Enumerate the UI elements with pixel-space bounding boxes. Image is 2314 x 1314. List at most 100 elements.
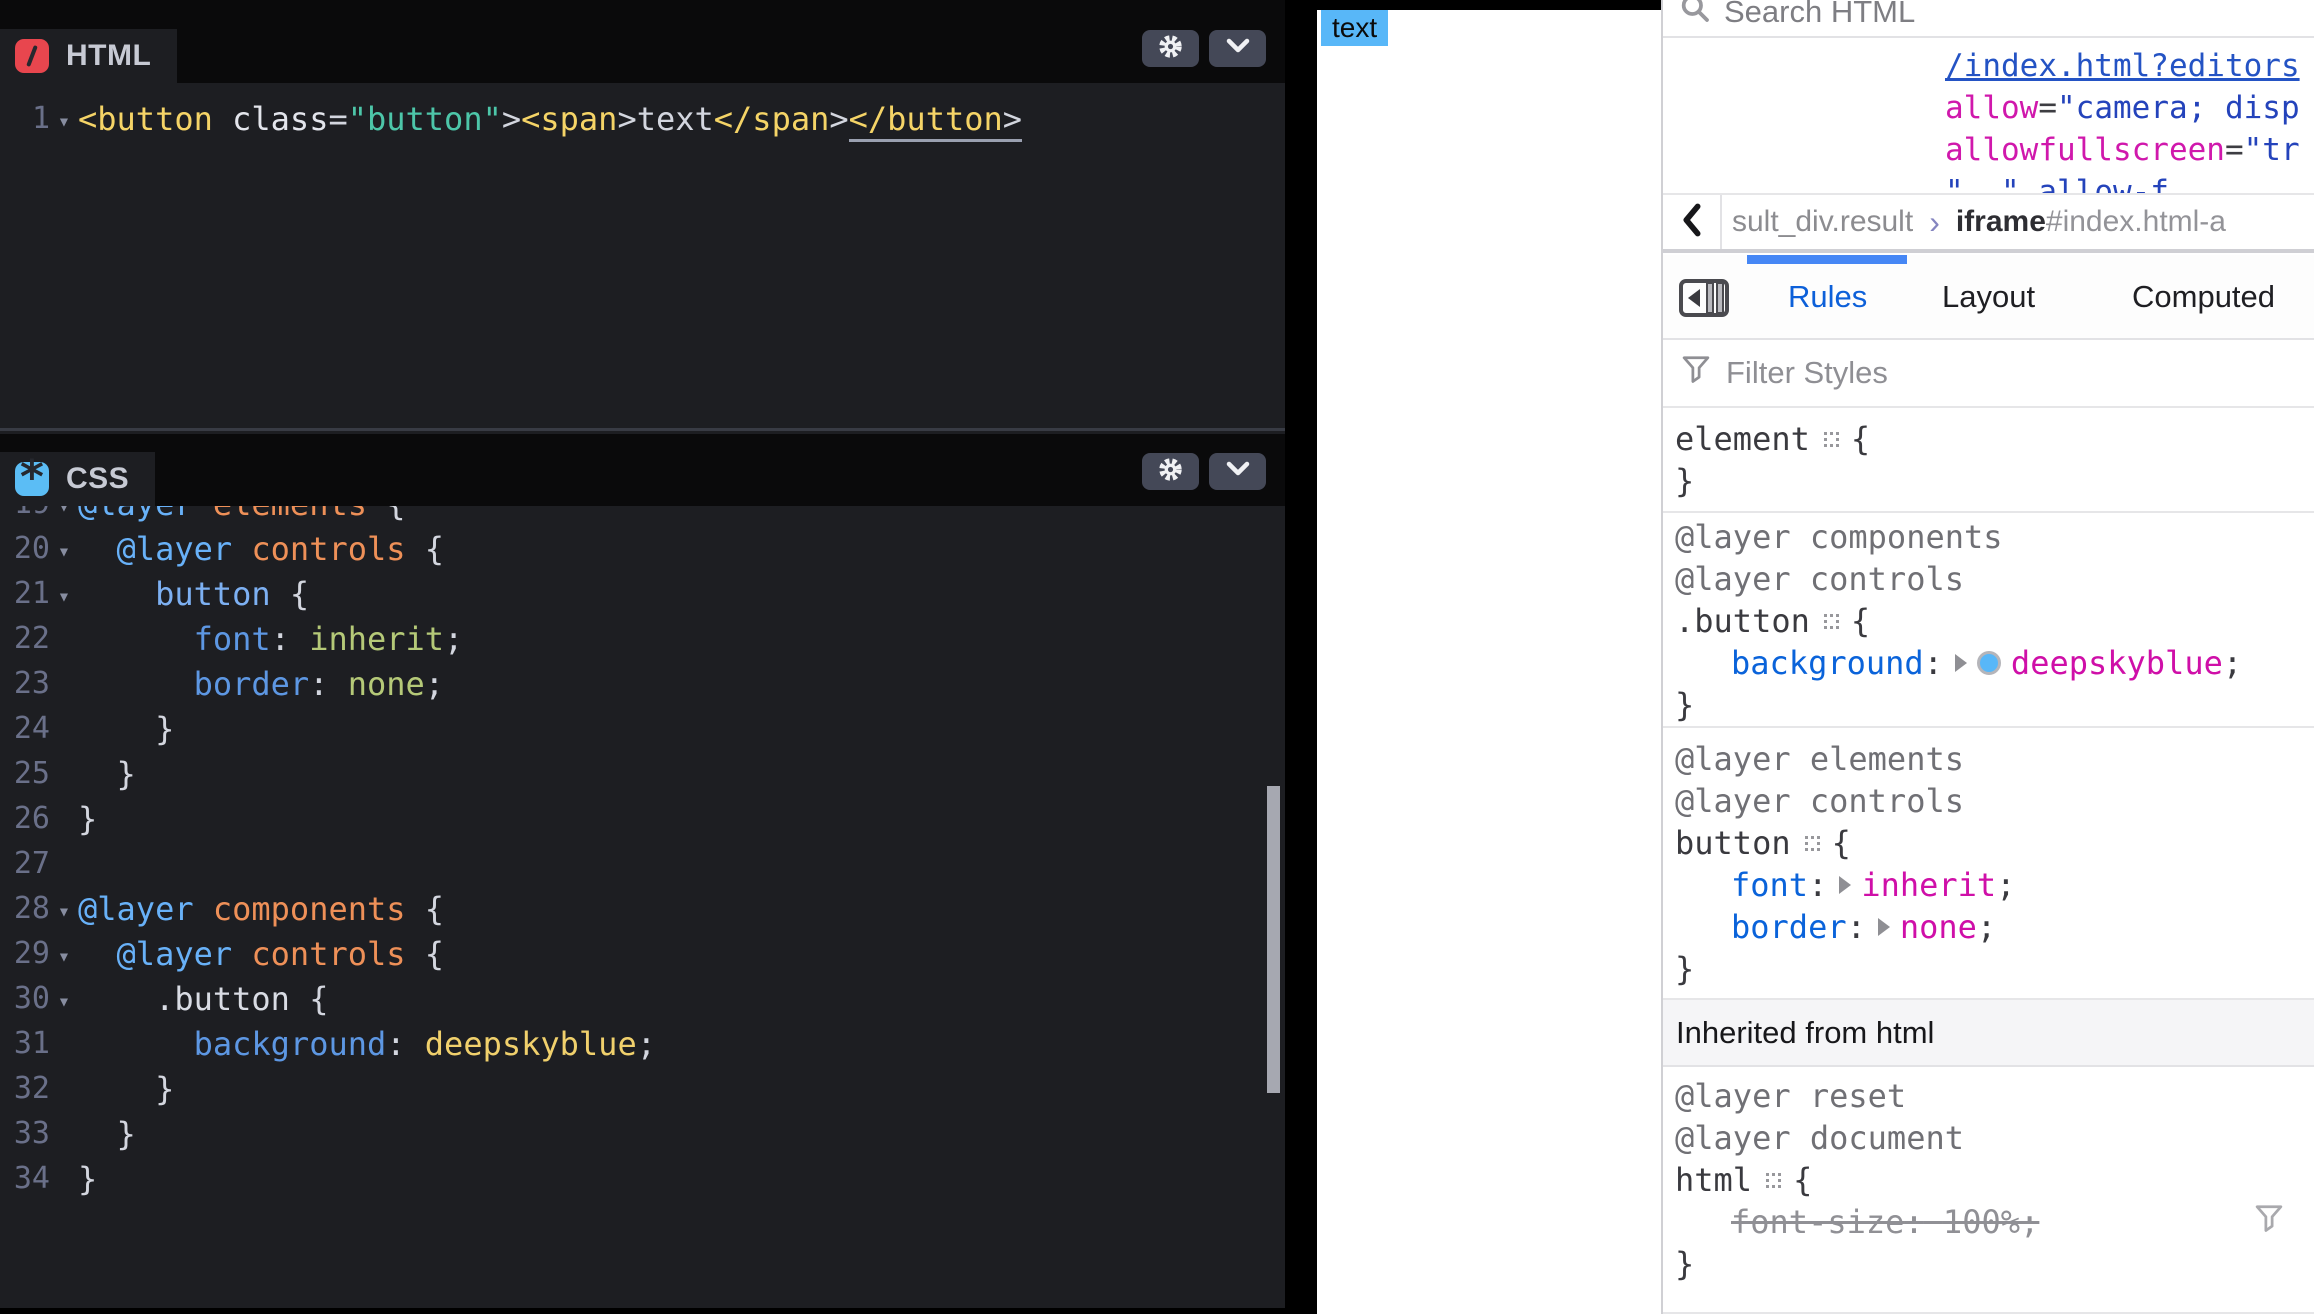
property-value[interactable]: deepskyblue [2011,644,2223,682]
rule-selector-line[interactable]: element{ [1675,418,2314,460]
code-token: } [78,1160,97,1198]
code-token: } [78,1070,174,1108]
preview-text-button[interactable]: text [1321,10,1388,46]
editor-code-line[interactable]: 24 } [0,706,1285,751]
property-value[interactable]: inherit [1861,866,1996,904]
expand-arrow-icon[interactable] [1839,876,1851,894]
code-text: } [78,1160,97,1198]
editor-code-line[interactable]: 25 } [0,751,1285,796]
open-brace: { [1851,420,1870,458]
tab-layout[interactable]: Layout [1942,255,2035,338]
color-swatch[interactable] [1977,651,2001,675]
css-collapse-button[interactable] [1209,453,1266,490]
expand-arrow-icon[interactable] [1878,918,1890,936]
html-panel-title: HTML [66,39,151,73]
html-settings-button[interactable] [1142,30,1199,67]
filter-placeholder: Filter Styles [1726,355,1888,391]
css-code-area[interactable]: 19▾@layer elements {20▾ @layer controls … [0,481,1285,1201]
open-brace: { [1851,602,1870,640]
property-value[interactable]: 100% [1943,1203,2020,1241]
code-token: } [78,800,97,838]
editor-code-line[interactable]: 31 background: deepskyblue; [0,1021,1285,1066]
markup-line-attr[interactable]: " " allow-f [1663,171,2314,193]
html-language-icon [15,39,49,73]
editor-code-line[interactable]: 21▾ button { [0,571,1285,616]
code-token: : [386,1025,425,1063]
expand-arrow-icon[interactable] [1955,654,1967,672]
line-number: 23 [0,666,50,701]
declaration-font-size-overridden[interactable]: font-size: 100%; [1675,1201,2314,1243]
code-token [78,1025,194,1063]
collapse-sidebar-icon[interactable] [1679,279,1729,322]
code-token: = [2225,132,2244,168]
html-code-area[interactable]: 1▾<button class="button"><span>text</spa… [0,83,1285,428]
editor-code-line[interactable]: 34} [0,1156,1285,1201]
editor-code-line[interactable]: 33 } [0,1111,1285,1156]
fold-arrow-icon[interactable]: ▾ [50,105,78,133]
tab-rules[interactable]: Rules [1788,255,1867,338]
overridden-filter-icon[interactable] [2061,1165,2284,1279]
editor-code-line[interactable]: 23 border: none; [0,661,1285,706]
rule-selector-line[interactable]: button{ [1675,822,2314,864]
declaration-background[interactable]: background:deepskyblue; [1675,642,2314,684]
editor-code-line[interactable]: 27 [0,841,1285,886]
line-number: 30 [0,981,50,1016]
rule-button-element: @layer elements @layer controls button{ … [1663,728,2314,1000]
property-name[interactable]: background [1731,644,1924,682]
editor-code-line[interactable]: 26} [0,796,1285,841]
code-text: } [78,755,136,793]
fold-arrow-icon[interactable]: ▾ [50,985,78,1013]
css-panel-tab[interactable]: * CSS [0,452,155,506]
line-number: 20 [0,531,50,566]
editor-code-line[interactable]: 32 } [0,1066,1285,1111]
css-editor-panel: 19▾@layer elements {20▾ @layer controls … [0,428,1285,1308]
markup-line-link[interactable]: /index.html?editors [1663,45,2314,87]
markup-line-attr[interactable]: allowfullscreen="tr [1663,129,2314,171]
fold-arrow-icon[interactable]: ▾ [50,535,78,563]
breadcrumb-item-iframe[interactable]: iframe [1956,205,2046,239]
editor-code-line[interactable]: 30▾ .button { [0,976,1285,1021]
rule-close-line: } [1675,460,2314,502]
declaration-border[interactable]: border:none; [1675,906,2314,948]
markup-line-attr[interactable]: allow="camera; disp [1663,87,2314,129]
code-text: @layer components { [78,890,444,928]
tab-computed[interactable]: Computed [2132,255,2275,338]
fold-arrow-icon[interactable]: ▾ [50,895,78,923]
property-name[interactable]: border [1731,908,1847,946]
editor-code-line[interactable]: 20▾ @layer controls { [0,526,1285,571]
filter-styles-input[interactable]: Filter Styles [1663,340,2314,408]
fold-spacer [50,862,78,866]
selector-highlighter-icon[interactable] [1824,432,1839,447]
property-name[interactable]: font [1731,866,1808,904]
editor-code-line[interactable]: 1▾<button class="button"><span>text</spa… [0,96,1285,141]
fold-arrow-icon[interactable]: ▾ [50,940,78,968]
code-token: } [78,710,174,748]
property-name[interactable]: font-size [1731,1203,1904,1241]
code-token: { [406,890,445,928]
editor-code-line[interactable]: 29▾ @layer controls { [0,931,1285,976]
html-collapse-button[interactable] [1209,30,1266,67]
rule-selector-line[interactable]: .button{ [1675,600,2314,642]
code-token: { [271,575,310,613]
breadcrumb-item-parent[interactable]: sult_div.result [1732,205,1913,239]
declaration-font[interactable]: font:inherit; [1675,864,2314,906]
fold-arrow-icon[interactable]: ▾ [50,580,78,608]
breadcrumb-back-button[interactable] [1663,195,1722,249]
css-settings-button[interactable] [1142,453,1199,490]
property-value[interactable]: none [1900,908,1977,946]
editor-code-line[interactable]: 22 font: inherit; [0,616,1285,661]
code-token: .button [155,980,290,1018]
editor-code-line[interactable]: 28▾@layer components { [0,886,1285,931]
css-editor-scrollbar[interactable] [1267,786,1280,1093]
code-text: @layer controls { [78,935,444,973]
breadcrumb-item-iframe-id[interactable]: #index.html-a [2046,205,2226,239]
selector-highlighter-icon[interactable] [1766,1173,1781,1188]
code-token: button [155,575,271,613]
html-panel-tab[interactable]: HTML [0,29,177,83]
code-token [78,530,117,568]
editor-column: HTML 1▾<button class="button"><span>text… [0,0,1285,1308]
code-token [78,935,117,973]
search-html-input[interactable]: Search HTML [1663,0,2314,36]
selector-highlighter-icon[interactable] [1805,836,1820,851]
selector-highlighter-icon[interactable] [1824,614,1839,629]
